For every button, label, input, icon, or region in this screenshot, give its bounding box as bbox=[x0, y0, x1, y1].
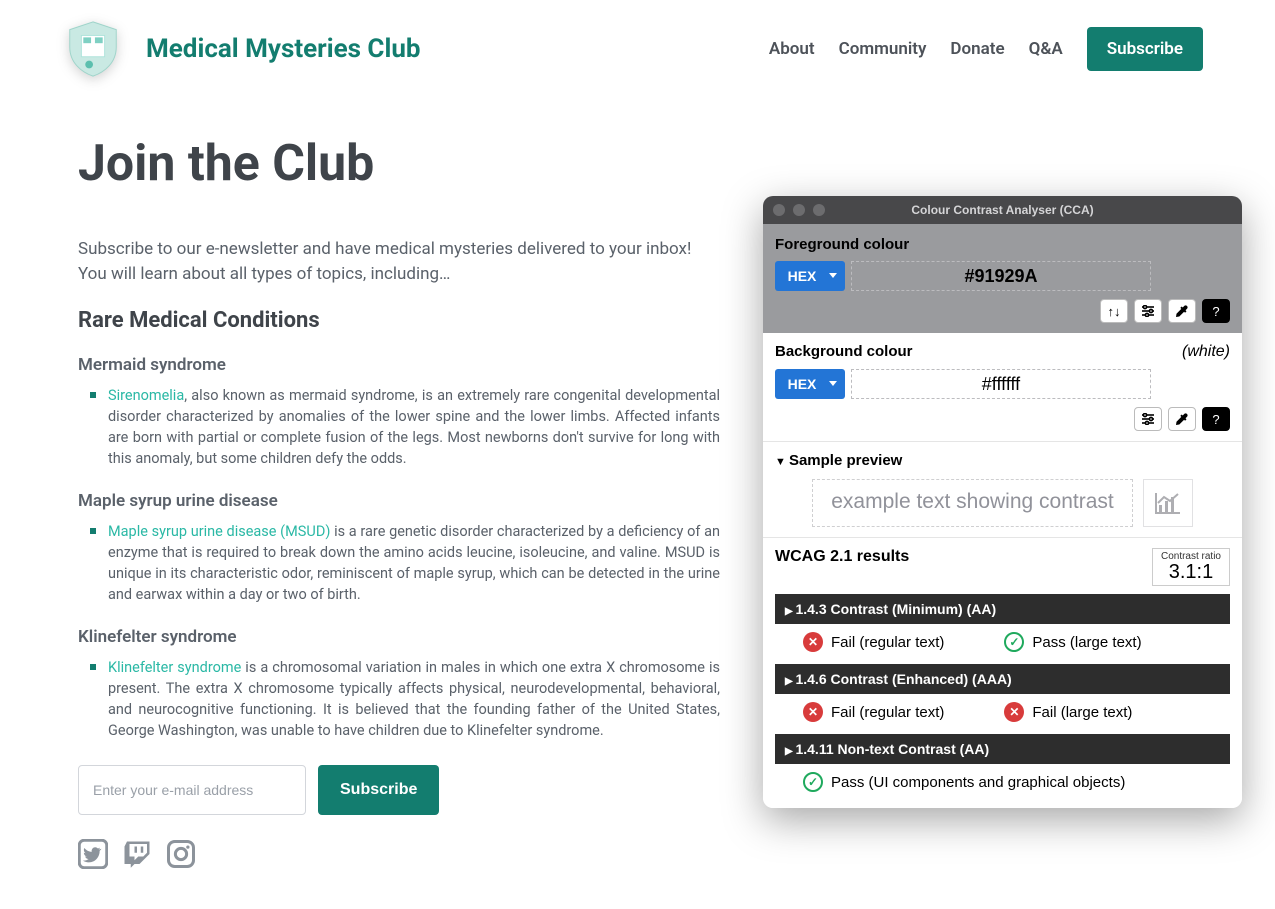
cca-foreground-section: Foreground colour HEX ↑↓ ? bbox=[763, 224, 1242, 333]
fail-icon: ✕ bbox=[803, 702, 823, 722]
result-143-detail: ✕Fail (regular text) ✓Pass (large text) bbox=[775, 624, 1230, 656]
fg-color-input[interactable] bbox=[851, 261, 1151, 291]
nav-donate[interactable]: Donate bbox=[950, 39, 1004, 59]
bg-sliders-button[interactable] bbox=[1134, 407, 1162, 431]
condition-list-klinefelter: Klinefelter syndrome is a chromosomal va… bbox=[90, 657, 722, 741]
nav-about[interactable]: About bbox=[769, 39, 815, 59]
brand-title: Medical Mysteries Club bbox=[146, 34, 421, 64]
fg-eyedropper-button[interactable] bbox=[1168, 299, 1196, 323]
bg-eyedropper-button[interactable] bbox=[1168, 407, 1196, 431]
list-item: Klinefelter syndrome is a chromosomal va… bbox=[90, 657, 720, 741]
condition-link-msud[interactable]: Maple syrup urine disease (MSUD) bbox=[108, 523, 330, 540]
result-1411-detail: ✓Pass (UI components and graphical objec… bbox=[775, 764, 1230, 802]
condition-list-msud: Maple syrup urine disease (MSUD) is a ra… bbox=[90, 521, 722, 605]
bg-color-input[interactable] bbox=[851, 369, 1151, 399]
twitter-icon[interactable] bbox=[78, 839, 108, 869]
result-item: ✓Pass (UI components and graphical objec… bbox=[803, 772, 1125, 792]
instagram-icon[interactable] bbox=[166, 839, 196, 869]
condition-heading-msud: Maple syrup urine disease bbox=[78, 491, 722, 511]
page-title: Join the Club bbox=[78, 135, 722, 193]
results-heading: WCAG 2.1 results bbox=[775, 548, 909, 566]
fg-help-button[interactable]: ? bbox=[1202, 299, 1230, 323]
fg-sliders-button[interactable] bbox=[1134, 299, 1162, 323]
condition-link-klinefelter[interactable]: Klinefelter syndrome bbox=[108, 659, 241, 676]
main-nav: About Community Donate Q&A Subscribe bbox=[769, 27, 1203, 71]
chart-icon[interactable] bbox=[1143, 479, 1193, 527]
bg-format-select[interactable]: HEX bbox=[775, 369, 845, 399]
ratio-value: 3.1:1 bbox=[1161, 562, 1221, 582]
cca-window: Colour Contrast Analyser (CCA) Foregroun… bbox=[763, 196, 1242, 808]
bg-color-name-note: (white) bbox=[1182, 343, 1230, 361]
result-146-detail: ✕Fail (regular text) ✕Fail (large text) bbox=[775, 694, 1230, 726]
list-item: Maple syrup urine disease (MSUD) is a ra… bbox=[90, 521, 720, 605]
intro-text: Subscribe to our e-newsletter and have m… bbox=[78, 237, 698, 286]
nav-subscribe-button[interactable]: Subscribe bbox=[1087, 27, 1203, 71]
cca-sample-section: Sample preview example text showing cont… bbox=[763, 441, 1242, 537]
result-item: ✕Fail (large text) bbox=[1004, 702, 1132, 722]
condition-heading-mermaid: Mermaid syndrome bbox=[78, 355, 722, 375]
background-label: Background colour bbox=[775, 343, 913, 360]
nav-qa[interactable]: Q&A bbox=[1029, 39, 1063, 59]
brand: Medical Mysteries Club bbox=[62, 18, 421, 80]
email-field[interactable] bbox=[78, 765, 306, 815]
pass-icon: ✓ bbox=[1004, 632, 1024, 652]
cca-title: Colour Contrast Analyser (CCA) bbox=[763, 203, 1242, 217]
result-item: ✕Fail (regular text) bbox=[803, 702, 944, 722]
cca-results-section: WCAG 2.1 results Contrast ratio 3.1:1 1.… bbox=[763, 537, 1242, 808]
subscribe-button[interactable]: Subscribe bbox=[318, 765, 439, 815]
condition-link-sirenomelia[interactable]: Sirenomelia bbox=[108, 387, 184, 404]
condition-list-mermaid: Sirenomelia, also known as mermaid syndr… bbox=[90, 385, 722, 469]
condition-heading-klinefelter: Klinefelter syndrome bbox=[78, 627, 722, 647]
main-content: Join the Club Subscribe to our e-newslet… bbox=[0, 80, 800, 869]
result-1411-toggle[interactable]: 1.4.11 Non-text Contrast (AA) bbox=[775, 734, 1230, 764]
bg-help-button[interactable]: ? bbox=[1202, 407, 1230, 431]
cca-titlebar[interactable]: Colour Contrast Analyser (CCA) bbox=[763, 196, 1242, 224]
fail-icon: ✕ bbox=[803, 632, 823, 652]
twitch-icon[interactable] bbox=[122, 839, 152, 869]
result-item: ✓Pass (large text) bbox=[1004, 632, 1141, 652]
result-143-toggle[interactable]: 1.4.3 Contrast (Minimum) (AA) bbox=[775, 594, 1230, 624]
result-item: ✕Fail (regular text) bbox=[803, 632, 944, 652]
site-header: Medical Mysteries Club About Community D… bbox=[0, 0, 1275, 80]
result-146-toggle[interactable]: 1.4.6 Contrast (Enhanced) (AAA) bbox=[775, 664, 1230, 694]
condition-body: , also known as mermaid syndrome, is an … bbox=[108, 387, 720, 467]
swap-colors-button[interactable]: ↑↓ bbox=[1100, 299, 1128, 323]
sample-text-preview: example text showing contrast bbox=[812, 479, 1132, 527]
pass-icon: ✓ bbox=[803, 772, 823, 792]
foreground-label: Foreground colour bbox=[775, 236, 1230, 253]
cca-background-section: Background colour (white) HEX ? bbox=[763, 333, 1242, 441]
subscribe-form: Subscribe bbox=[78, 765, 722, 815]
list-item: Sirenomelia, also known as mermaid syndr… bbox=[90, 385, 720, 469]
contrast-ratio-box: Contrast ratio 3.1:1 bbox=[1152, 548, 1230, 586]
fg-format-select[interactable]: HEX bbox=[775, 261, 845, 291]
fail-icon: ✕ bbox=[1004, 702, 1024, 722]
nav-community[interactable]: Community bbox=[839, 39, 927, 59]
site-logo bbox=[62, 18, 124, 80]
sample-preview-toggle[interactable]: Sample preview bbox=[775, 452, 1230, 469]
social-links bbox=[78, 839, 722, 869]
section-heading: Rare Medical Conditions bbox=[78, 308, 722, 333]
